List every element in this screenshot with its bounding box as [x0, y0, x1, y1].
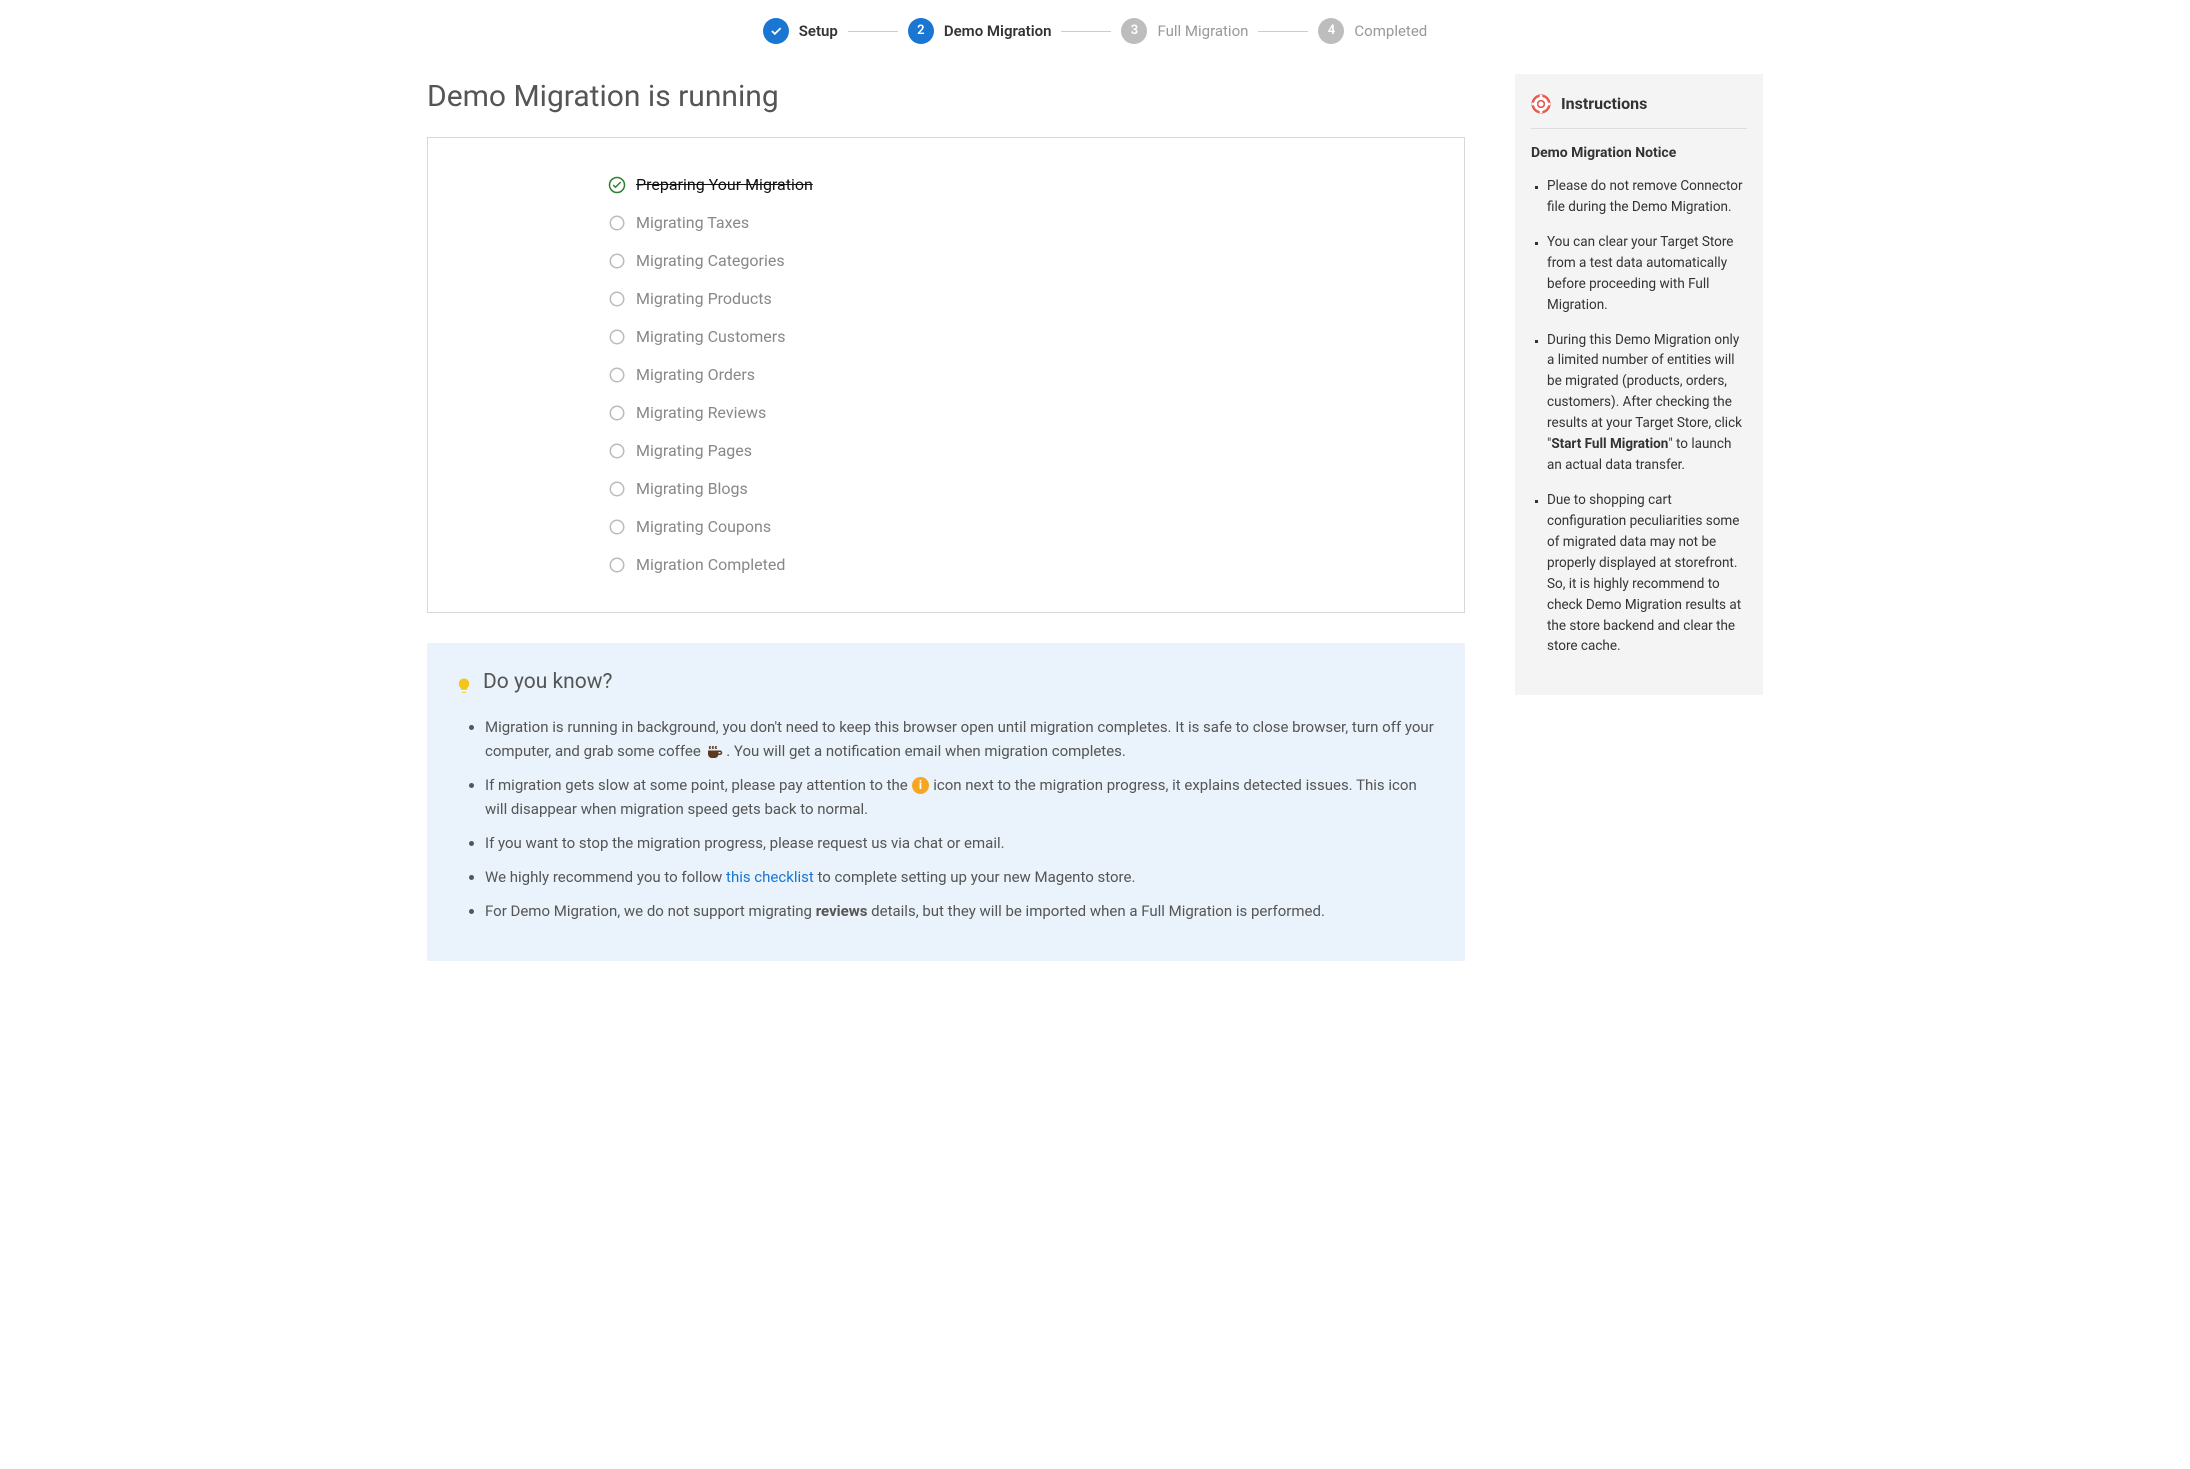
- progress-item-label: Migrating Categories: [636, 249, 785, 273]
- checklist-link[interactable]: this checklist: [726, 868, 814, 886]
- sidebar-item: During this Demo Migration only a limite…: [1547, 330, 1747, 476]
- step-label: Completed: [1354, 20, 1427, 43]
- progress-item-label: Migrating Taxes: [636, 211, 749, 235]
- progress-item: Migrating Reviews: [608, 394, 1444, 432]
- step-label: Setup: [799, 20, 838, 43]
- life-ring-icon: [1531, 94, 1551, 114]
- check-circle-icon: [608, 176, 626, 194]
- info-icon: i: [911, 777, 929, 795]
- step-demo-migration: 2 Demo Migration: [908, 18, 1052, 44]
- tips-list: Migration is running in background, you …: [455, 715, 1437, 923]
- empty-circle-icon: [608, 442, 626, 460]
- progress-item-label: Migrating Customers: [636, 325, 785, 349]
- empty-circle-icon: [608, 366, 626, 384]
- progress-item: Migrating Pages: [608, 432, 1444, 470]
- progress-item-label: Migrating Pages: [636, 439, 752, 463]
- sidebar-item: Please do not remove Connector file duri…: [1547, 176, 1747, 218]
- check-icon: [769, 24, 783, 38]
- step-setup: Setup: [763, 18, 838, 44]
- step-full-migration: 3 Full Migration: [1121, 18, 1248, 44]
- lightbulb-icon: [455, 674, 473, 692]
- step-label: Full Migration: [1157, 20, 1248, 43]
- tips-item: We highly recommend you to follow this c…: [485, 865, 1437, 889]
- step-line: [848, 31, 898, 32]
- tips-title: Do you know?: [455, 667, 1437, 699]
- step-label: Demo Migration: [944, 20, 1052, 43]
- empty-circle-icon: [608, 404, 626, 422]
- progress-item: Migrating Coupons: [608, 508, 1444, 546]
- empty-circle-icon: [608, 328, 626, 346]
- stepper: Setup 2 Demo Migration 3 Full Migration …: [427, 0, 1763, 74]
- progress-item-label: Migrating Blogs: [636, 477, 748, 501]
- progress-item-label: Migrating Coupons: [636, 515, 771, 539]
- progress-item: Migrating Orders: [608, 356, 1444, 394]
- sidebar-title: Instructions: [1531, 92, 1747, 129]
- page-title: Demo Migration is running: [427, 74, 1465, 119]
- empty-circle-icon: [608, 518, 626, 536]
- progress-item: Preparing Your Migration: [608, 166, 1444, 204]
- step-circle-full: 3: [1121, 18, 1147, 44]
- tips-item: If you want to stop the migration progre…: [485, 831, 1437, 855]
- coffee-icon: [705, 743, 723, 761]
- step-line: [1061, 31, 1111, 32]
- tips-item: If migration gets slow at some point, pl…: [485, 773, 1437, 821]
- step-line: [1258, 31, 1308, 32]
- progress-item-label: Migrating Products: [636, 287, 772, 311]
- instructions-sidebar: Instructions Demo Migration Notice Pleas…: [1515, 74, 1763, 695]
- empty-circle-icon: [608, 556, 626, 574]
- step-circle-demo: 2: [908, 18, 934, 44]
- empty-circle-icon: [608, 252, 626, 270]
- tips-panel: Do you know? Migration is running in bac…: [427, 643, 1465, 961]
- progress-item: Migration Completed: [608, 546, 1444, 584]
- progress-item-label: Migration Completed: [636, 553, 785, 577]
- empty-circle-icon: [608, 480, 626, 498]
- sidebar-item: Due to shopping cart configuration pecul…: [1547, 490, 1747, 657]
- step-circle-setup: [763, 18, 789, 44]
- progress-item: Migrating Blogs: [608, 470, 1444, 508]
- progress-item: Migrating Categories: [608, 242, 1444, 280]
- step-circle-completed: 4: [1318, 18, 1344, 44]
- sidebar-list: Please do not remove Connector file duri…: [1531, 176, 1747, 657]
- step-completed: 4 Completed: [1318, 18, 1427, 44]
- sidebar-item: You can clear your Target Store from a t…: [1547, 232, 1747, 316]
- progress-item: Migrating Taxes: [608, 204, 1444, 242]
- progress-item-label: Preparing Your Migration: [636, 173, 813, 197]
- migration-progress: Preparing Your Migration Migrating Taxes M…: [427, 137, 1465, 613]
- progress-item: Migrating Products: [608, 280, 1444, 318]
- progress-item-label: Migrating Orders: [636, 363, 755, 387]
- sidebar-subtitle: Demo Migration Notice: [1531, 143, 1747, 164]
- empty-circle-icon: [608, 290, 626, 308]
- progress-item: Migrating Customers: [608, 318, 1444, 356]
- tips-item: For Demo Migration, we do not support mi…: [485, 899, 1437, 923]
- progress-item-label: Migrating Reviews: [636, 401, 766, 425]
- tips-item: Migration is running in background, you …: [485, 715, 1437, 763]
- empty-circle-icon: [608, 214, 626, 232]
